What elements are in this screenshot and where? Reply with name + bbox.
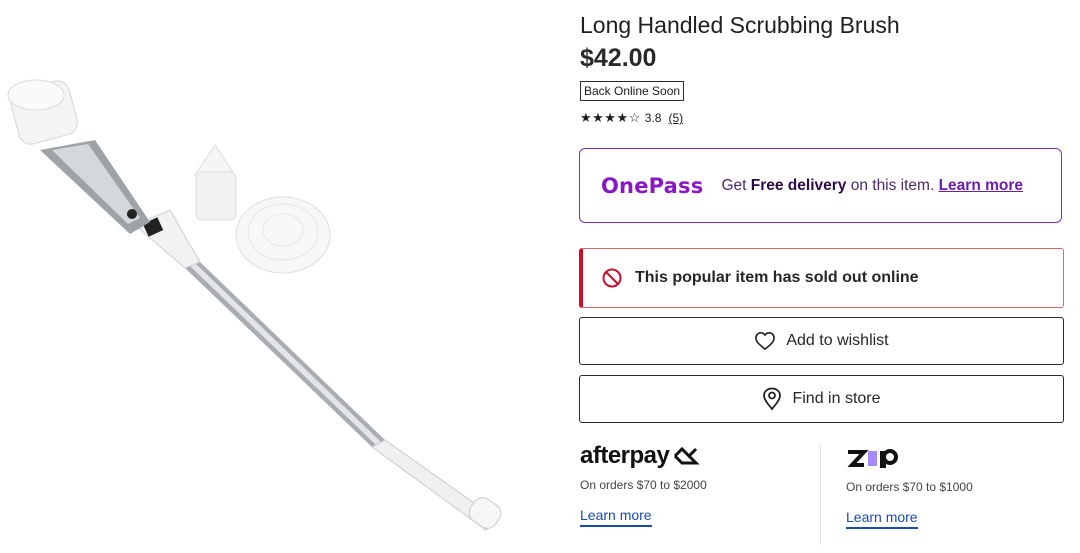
heart-icon	[755, 331, 776, 351]
onepass-message: Get Free delivery on this item. Learn mo…	[721, 177, 1041, 194]
afterpay-note: On orders $70 to $2000	[580, 478, 707, 492]
afterpay-logo: afterpay	[580, 442, 820, 470]
onepass-logo: OnePass	[601, 173, 704, 198]
zip-logo-mark	[847, 449, 898, 468]
zip-logo: zip	[846, 446, 1066, 472]
find-in-store-label: Find in store	[792, 390, 881, 407]
onepass-text-bold: Free delivery	[750, 177, 847, 194]
find-in-store-button[interactable]: Find in store	[579, 375, 1064, 423]
rating: ★★★★☆ 3.8 (5)	[580, 110, 683, 126]
review-count-link[interactable]: (5)	[668, 111, 683, 125]
afterpay-learn-more-link[interactable]: Learn more	[580, 507, 652, 527]
sold-out-alert: This popular item has sold out online	[579, 248, 1064, 308]
zip-note: On orders $70 to $1000	[846, 480, 973, 494]
rating-value: 3.8	[644, 111, 662, 125]
afterpay-logo-text: afterpay	[580, 442, 670, 469]
afterpay-section: afterpay On orders $70 to $2000 Learn mo…	[580, 442, 820, 527]
star-rating-icon: ★★★★☆	[580, 110, 641, 125]
onepass-banner: OnePass Get Free delivery on this item. …	[579, 148, 1062, 223]
onepass-text-suffix: on this item.	[846, 177, 935, 194]
product-title: Long Handled Scrubbing Brush	[580, 12, 900, 38]
product-image	[0, 0, 560, 548]
wishlist-label: Add to wishlist	[786, 332, 889, 349]
scrubbing-brush-image	[7, 79, 502, 531]
zip-section: zip On orders $70 to $1000 Learn more	[846, 446, 1066, 529]
add-to-wishlist-button[interactable]: Add to wishlist	[579, 317, 1064, 365]
afterpay-arrows-icon	[674, 446, 700, 465]
sold-out-message: This popular item has sold out online	[635, 269, 919, 286]
zip-learn-more-link[interactable]: Learn more	[846, 509, 918, 529]
onepass-learn-more-link[interactable]: Learn more	[939, 177, 1023, 194]
status-badge: Back Online Soon	[580, 81, 685, 101]
product-price: $42.00	[580, 44, 657, 72]
prohibited-icon	[601, 267, 623, 289]
location-pin-icon	[763, 387, 782, 411]
payment-divider	[820, 445, 821, 545]
onepass-text-prefix: Get	[721, 177, 751, 194]
